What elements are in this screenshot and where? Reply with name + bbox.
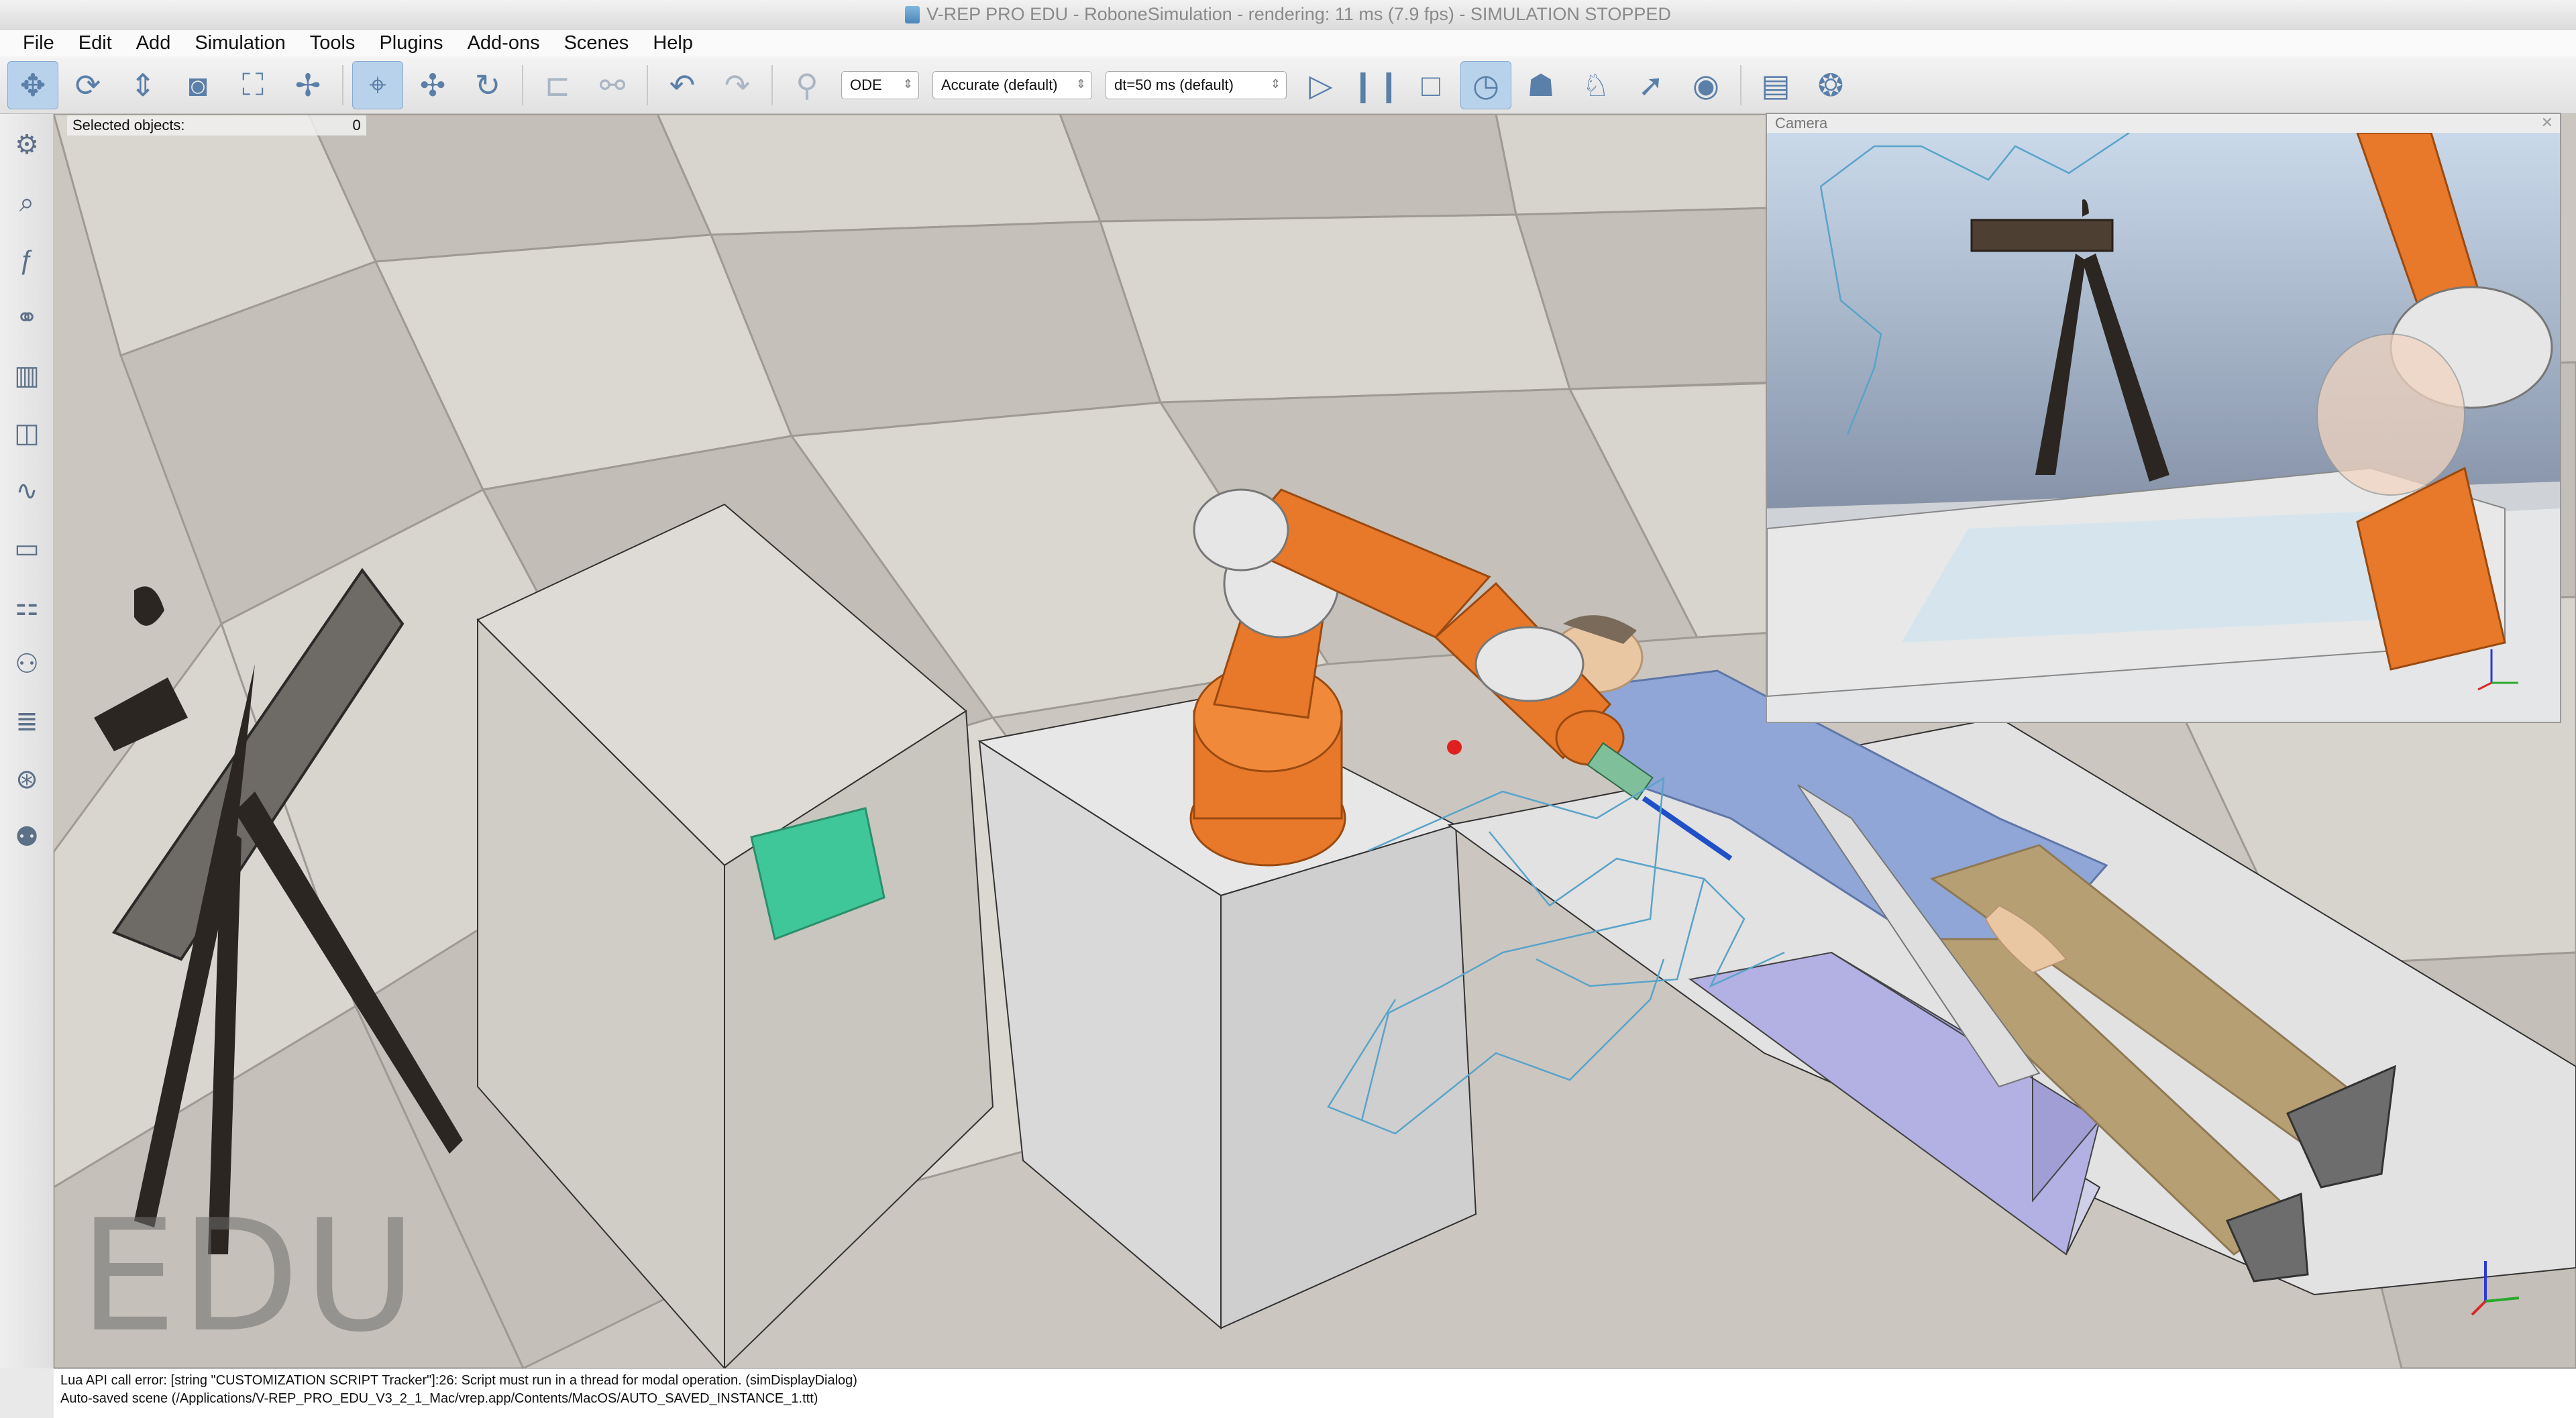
title-bar: V-REP PRO EDU - RoboneSimulation - rende… xyxy=(0,0,2576,30)
undo-icon[interactable]: ↶ xyxy=(657,61,708,109)
close-icon[interactable]: ✕ xyxy=(2541,114,2553,131)
calculation-module-icon[interactable]: ƒ xyxy=(5,239,48,282)
console-error-line: Lua API call error: [string "CUSTOMIZATI… xyxy=(60,1373,857,1388)
toolbar-separator xyxy=(522,64,523,105)
menu-help[interactable]: Help xyxy=(643,31,702,56)
clock-icon[interactable]: ◷ xyxy=(1460,60,1511,109)
status-console: Lua API call error: [string "CUSTOMIZATI… xyxy=(54,1368,2576,1418)
toolbar-separator xyxy=(1740,64,1741,105)
selected-objects-info: Selected objects: 0 xyxy=(67,115,366,135)
user-settings-icon[interactable]: ⚉ xyxy=(5,816,48,859)
menu-edit[interactable]: Edit xyxy=(69,31,121,56)
menu-add-ons[interactable]: Add-ons xyxy=(458,31,549,56)
fit-icon[interactable]: ⛶ xyxy=(227,61,278,109)
menu-tools[interactable]: Tools xyxy=(301,31,365,56)
play-icon[interactable]: ▷ xyxy=(1295,61,1346,109)
dynamics-icon[interactable]: ⚲ xyxy=(782,61,833,109)
selection-icon[interactable]: ⌕ xyxy=(5,181,48,224)
window-title-text: V-REP PRO EDU - RoboneSimulation - rende… xyxy=(926,4,1671,24)
pause-icon[interactable]: ❙❙ xyxy=(1350,61,1401,109)
selected-objects-count: 0 xyxy=(352,117,361,133)
selected-objects-label: Selected objects: xyxy=(72,117,185,133)
menu-plugins[interactable]: Plugins xyxy=(370,31,452,56)
app-icon xyxy=(905,5,920,23)
rocket-icon[interactable]: ➚ xyxy=(1625,61,1676,109)
target-point xyxy=(1447,740,1462,755)
left-toolbar: ⚙ ⌕ ƒ ⚭ ▥ ◫ ∿ ▭ ⚏ ⚇ ≣ ⊛ ⚉ xyxy=(0,114,54,1368)
dna-icon[interactable]: ⚯ xyxy=(587,61,638,109)
ik-icon[interactable]: ⚇ xyxy=(5,643,48,686)
chevron-down-icon: ⇕ xyxy=(902,76,913,91)
toolbar-separator xyxy=(771,64,773,105)
edu-watermark: EDU xyxy=(79,1187,421,1366)
move-arrows-icon[interactable]: ✥ xyxy=(7,60,58,109)
menu-file[interactable]: File xyxy=(13,31,64,56)
scenes-icon[interactable]: ❂ xyxy=(1805,61,1856,109)
eye-icon[interactable]: ◉ xyxy=(1680,61,1731,109)
rotate-icon[interactable]: ⟳ xyxy=(62,61,113,109)
main-toolbar: ✥ ⟳ ⇕ ◙ ⛶ ✢ ⌖ ✣ ↻ ⊏ ⚯ ↶ ↷ ⚲ ODE ⇕ Accura… xyxy=(0,56,2576,114)
script-icon[interactable]: ▥ xyxy=(5,354,48,397)
menu-scenes[interactable]: Scenes xyxy=(555,31,639,56)
rabbit-icon[interactable]: ♘ xyxy=(1570,61,1621,109)
collections-icon[interactable]: ⚏ xyxy=(5,585,48,628)
object-shift-icon[interactable]: ✣ xyxy=(407,61,458,109)
chevron-down-icon: ⇕ xyxy=(1075,76,1086,91)
toolbar-separator xyxy=(342,64,343,105)
camera-view-title: Camera xyxy=(1767,114,2560,133)
user-interface-icon[interactable]: ▭ xyxy=(5,527,48,570)
stop-icon[interactable]: □ xyxy=(1405,61,1456,109)
menu-add[interactable]: Add xyxy=(127,31,180,56)
path-edit-icon[interactable]: ∿ xyxy=(5,470,48,512)
timestep-select-value: dt=50 ms (default) xyxy=(1114,76,1234,93)
engine-select[interactable]: ODE ⇕ xyxy=(841,70,919,99)
console-autosave-line: Auto-saved scene (/Applications/V-REP_PR… xyxy=(60,1391,818,1406)
assemble-icon[interactable]: ⊏ xyxy=(532,61,583,109)
simulation-settings-icon[interactable]: ⚙ xyxy=(5,123,48,166)
engine-select-value: ODE xyxy=(850,76,882,93)
shape-edit-icon[interactable]: ◫ xyxy=(5,412,48,455)
menu-simulation[interactable]: Simulation xyxy=(185,31,294,56)
shift-icon[interactable]: ⇕ xyxy=(117,61,168,109)
camera-render xyxy=(1767,133,2560,722)
chevron-down-icon: ⇕ xyxy=(1270,76,1281,91)
pages-icon[interactable]: ▤ xyxy=(1750,61,1801,109)
timestep-select[interactable]: dt=50 ms (default) ⇕ xyxy=(1106,70,1287,99)
menu-bar: File Edit Add Simulation Tools Plugins A… xyxy=(0,30,2576,56)
window-title: V-REP PRO EDU - RoboneSimulation - rende… xyxy=(905,4,1671,25)
object-rotate-icon[interactable]: ↻ xyxy=(462,61,513,109)
turtle-icon[interactable]: ☗ xyxy=(1515,61,1566,109)
accuracy-select[interactable]: Accurate (default) ⇕ xyxy=(932,70,1092,99)
accuracy-select-value: Accurate (default) xyxy=(941,76,1058,93)
camera-floating-view[interactable]: Camera ✕ xyxy=(1766,113,2561,723)
video-recorder-icon[interactable]: ⊛ xyxy=(5,758,48,801)
hierarchy-icon[interactable]: ⚭ xyxy=(5,296,48,339)
toolbar-separator xyxy=(647,64,648,105)
dragonfly-icon[interactable]: ✢ xyxy=(282,61,333,109)
redo-icon[interactable]: ↷ xyxy=(712,61,763,109)
camera-icon[interactable]: ◙ xyxy=(172,61,223,109)
layers-icon[interactable]: ≣ xyxy=(5,700,48,743)
click-select-icon[interactable]: ⌖ xyxy=(352,60,403,109)
